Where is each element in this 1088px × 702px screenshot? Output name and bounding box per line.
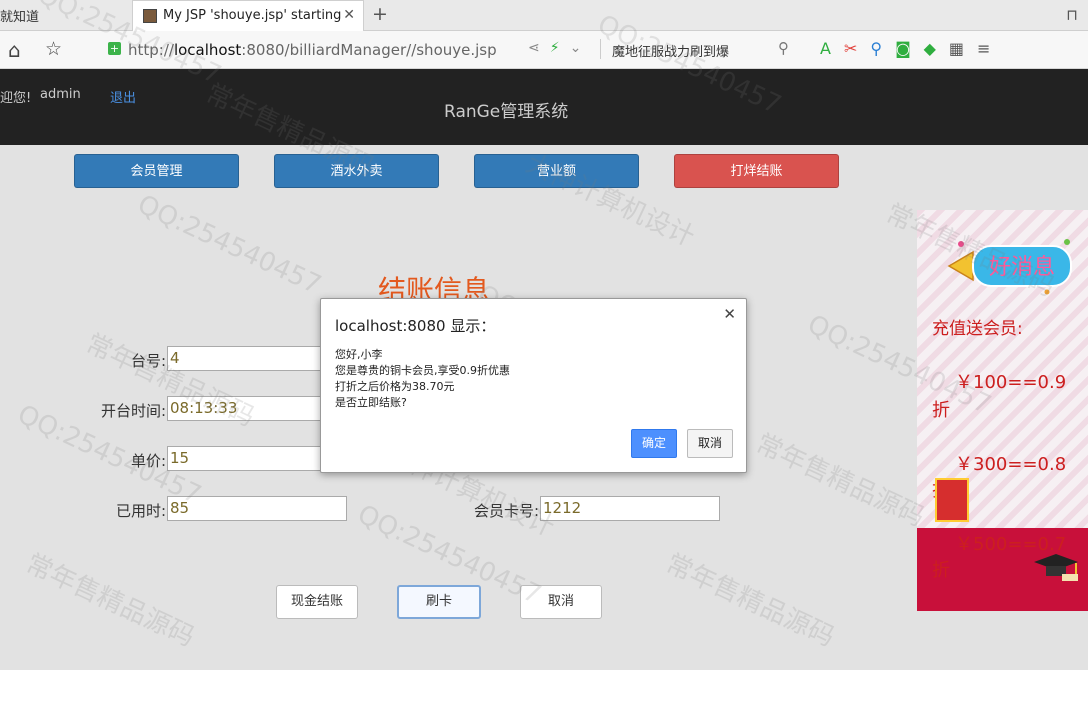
start-time-label: 开台时间: — [100, 402, 166, 420]
address-bar: ⌂ ☆ + http://localhost:8080/billiardMana… — [0, 31, 1088, 69]
gamepad-icon[interactable]: ◙ — [895, 39, 911, 58]
search-icon[interactable]: ⚲ — [778, 39, 789, 57]
url-input[interactable]: http://localhost:8080/billiardManager//s… — [128, 41, 497, 59]
favicon-icon — [143, 9, 157, 23]
menu-icon[interactable]: ≡ — [977, 39, 990, 58]
page-footer — [0, 670, 1088, 702]
revenue-button[interactable]: 营业额 — [474, 154, 639, 188]
dialog-message: 您好,小李 您是尊贵的铜卡会员,享受0.9折优惠 打折之后价格为38.70元 是… — [335, 347, 510, 411]
promo-title: 充值送会员: — [932, 319, 1023, 339]
magnifier-icon[interactable]: ⚲ — [870, 39, 882, 58]
alert-dialog: localhost:8080 显示： ✕ 您好,小李 您是尊贵的铜卡会员,享受0… — [320, 298, 747, 473]
promo-line-1: ￥100==0.9 — [955, 372, 1067, 393]
shield-icon[interactable]: ◆ — [924, 39, 936, 58]
apps-icon[interactable]: ▦ — [949, 39, 964, 58]
active-tab[interactable]: My JSP 'shouye.jsp' starting page ✕ — [132, 0, 364, 31]
dialog-title: localhost:8080 显示： — [335, 317, 496, 335]
new-tab-icon[interactable]: + — [372, 3, 388, 25]
promo-line-2: ￥300==0.8 — [955, 454, 1067, 475]
card-no-input[interactable]: 1212 — [540, 496, 720, 521]
active-tab-title: My JSP 'shouye.jsp' starting page — [163, 8, 341, 23]
good-news-badge-icon: 好消息 — [947, 239, 1072, 295]
window-restore-icon[interactable]: ⊓ — [1066, 6, 1078, 24]
logout-link[interactable]: 退出 — [110, 87, 136, 106]
card-swipe-button[interactable]: 刷卡 — [397, 585, 481, 619]
username: admin — [40, 87, 81, 102]
bolt-icon[interactable]: ⚡ — [550, 40, 560, 56]
member-management-button[interactable]: 会员管理 — [74, 154, 239, 188]
dialog-cancel-button[interactable]: 取消 — [687, 429, 733, 458]
scissors-icon[interactable]: ✂ — [844, 39, 857, 58]
graduation-cap-icon — [1034, 554, 1078, 581]
divider — [600, 39, 601, 59]
previous-tab[interactable]: 就知道 — [0, 6, 39, 25]
secure-icon: + — [108, 42, 121, 55]
promo-zhe-3: 折 — [932, 560, 950, 581]
promo-zhe-1: 折 — [932, 400, 950, 421]
page-header: 迎您! admin 退出 RanGe管理系统 — [0, 69, 1088, 145]
browser-tab-bar: 就知道 My JSP 'shouye.jsp' starting page ✕ … — [0, 0, 1088, 31]
dialog-line: 您好,小李 — [335, 348, 383, 361]
closing-checkout-button[interactable]: 打烊结账 — [674, 154, 839, 188]
card-no-label: 会员卡号: — [473, 502, 539, 520]
cancel-button[interactable]: 取消 — [520, 585, 602, 619]
close-tab-icon[interactable]: ✕ — [343, 7, 355, 23]
dialog-line: 您是尊贵的铜卡会员,享受0.9折优惠 — [335, 364, 510, 377]
used-time-label: 已用时: — [115, 502, 166, 520]
system-title: RanGe管理系统 — [444, 102, 569, 122]
address-tools: ⋖ ⚡ ⌄ — [528, 40, 591, 56]
confirm-button[interactable]: 确定 — [631, 429, 677, 458]
used-time-input[interactable]: 85 — [167, 496, 347, 521]
unit-price-label: 单价: — [130, 452, 166, 470]
gift-bag-icon — [935, 478, 969, 522]
promo-banner: 好消息 充值送会员: ￥100==0.9 折 ￥300==0.8 折 ￥500=… — [917, 210, 1088, 611]
star-icon[interactable]: ☆ — [45, 38, 62, 60]
share-icon[interactable]: ⋖ — [528, 40, 540, 56]
home-icon[interactable]: ⌂ — [8, 38, 21, 62]
close-icon[interactable]: ✕ — [723, 305, 736, 323]
cash-checkout-button[interactable]: 现金结账 — [276, 585, 358, 619]
translate-icon[interactable]: A — [820, 39, 831, 58]
search-suggestion[interactable]: 魔地征服战力刷到爆 — [612, 41, 729, 60]
drinks-delivery-button[interactable]: 酒水外卖 — [274, 154, 439, 188]
welcome-text: 迎您! — [0, 91, 32, 106]
dialog-line: 打折之后价格为38.70元 — [335, 380, 455, 393]
badge-text: 好消息 — [989, 255, 1055, 280]
chevron-down-icon[interactable]: ⌄ — [570, 40, 582, 56]
extension-icons: A ✂ ⚲ ◙ ◆ ▦ ≡ — [820, 39, 1003, 58]
table-no-label: 台号: — [130, 352, 166, 370]
dialog-line: 是否立即结账? — [335, 396, 407, 409]
